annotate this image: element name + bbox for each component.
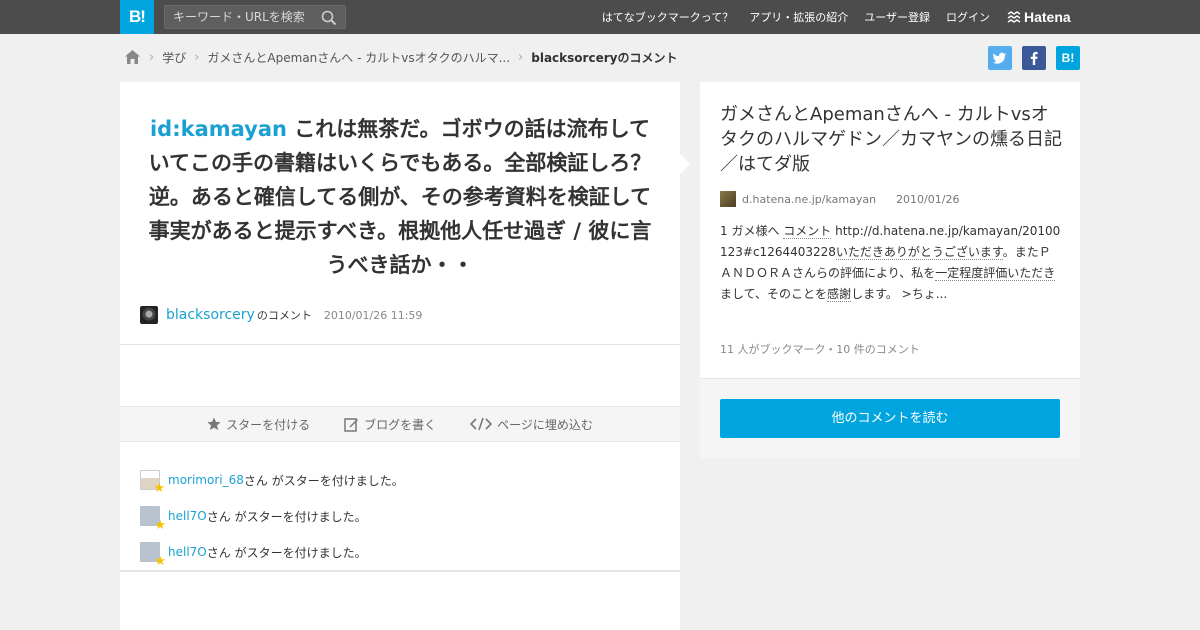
home-icon[interactable]: [124, 49, 141, 65]
search-box: [164, 5, 346, 29]
twitter-icon: [993, 52, 1006, 64]
excerpt-text: します。 >ちょ...: [851, 287, 948, 301]
list-item: ★ hell7O さん がスターを付けました。: [140, 534, 660, 570]
top-nav: はてなブックマークって？ アプリ・拡張の紹介 ユーザー登録 ログイン: [586, 0, 990, 34]
divider: [120, 344, 680, 345]
avatar[interactable]: ★: [140, 506, 166, 532]
favicon: [720, 191, 736, 207]
hatena-bookmark-logo[interactable]: B!: [120, 0, 154, 34]
star-text: さん がスターを付けました。: [243, 473, 404, 488]
avatar[interactable]: [140, 306, 158, 324]
top-bar: B! はてなブックマークって？ アプリ・拡張の紹介 ユーザー登録 ログイン Ha…: [0, 0, 1200, 34]
nav-login[interactable]: ログイン: [946, 9, 990, 25]
keyword-link[interactable]: 感謝: [827, 287, 852, 302]
entry-domain-link[interactable]: d.hatena.ne.jp/kamayan: [742, 193, 876, 206]
comment-meta: blacksorcery のコメント 2010/01/26 11:59: [140, 306, 422, 324]
add-star-label: スターを付ける: [226, 417, 311, 432]
entry-date: 2010/01/26: [896, 192, 960, 206]
comment-date[interactable]: 2010/01/26 11:59: [324, 309, 423, 322]
chevron-right-icon: ›: [194, 49, 200, 65]
comment-text: これは無茶だ。ゴボウの話は流布していてこの手の書籍はいくらでもある。全部検証しろ…: [148, 117, 652, 277]
avatar[interactable]: ★: [140, 542, 166, 568]
avatar[interactable]: ★: [140, 470, 165, 495]
star-icon: [207, 417, 221, 430]
entry-source: d.hatena.ne.jp/kamayan 2010/01/26: [720, 191, 959, 207]
chevron-right-icon: ›: [518, 49, 524, 65]
search-input[interactable]: [165, 6, 315, 28]
excerpt-text: まして、そのことを: [720, 287, 828, 301]
star-list: ★ morimori_68 さん がスターを付けました。 ★ hell7O さん…: [140, 462, 660, 570]
star-text: さん がスターを付けました。: [206, 509, 367, 524]
code-icon: [470, 417, 493, 431]
mentioned-user-link[interactable]: id:kamayan: [150, 117, 287, 141]
star-user-link[interactable]: hell7O: [168, 545, 207, 559]
add-star-button[interactable]: スターを付ける: [207, 416, 310, 433]
embed-label: ページに埋め込む: [497, 417, 593, 432]
breadcrumb-entry[interactable]: ガメさんとApemanさんへ - カルトvsオタクのハルマ...: [207, 49, 510, 66]
star-user-link[interactable]: hell7O: [168, 509, 207, 523]
edit-icon: [344, 417, 359, 432]
comment-body: id:kamayan これは無茶だ。ゴボウの話は流布していてこの手の書籍はいくら…: [146, 112, 654, 282]
action-bar: スターを付ける ブログを書く ページに埋め込む: [120, 406, 680, 442]
author-link[interactable]: blacksorcery: [166, 307, 255, 323]
breadcrumb-current: blacksorceryのコメント: [531, 50, 678, 65]
star-user-link[interactable]: morimori_68: [168, 473, 244, 487]
comment-panel: id:kamayan これは無茶だ。ゴボウの話は流布していてこの手の書籍はいくら…: [120, 82, 680, 630]
hatena-brand-text: Hatena: [1024, 9, 1071, 25]
nav-apps[interactable]: アプリ・拡張の紹介: [749, 9, 848, 25]
keyword-link[interactable]: いただきありがとうございます: [835, 245, 1003, 260]
nav-register[interactable]: ユーザー登録: [864, 9, 930, 25]
keyword-link[interactable]: コメント: [783, 224, 832, 239]
nav-about[interactable]: はてなブックマークって？: [602, 9, 733, 25]
entry-excerpt: 1 ガメ様へ コメント http://d.hatena.ne.jp/kamaya…: [720, 221, 1062, 305]
read-more-comments-button[interactable]: 他のコメントを読む: [720, 399, 1060, 438]
write-blog-button[interactable]: ブログを書く: [344, 416, 436, 433]
star-icon: ★: [154, 554, 166, 569]
breadcrumb: › 学び › ガメさんとApemanさんへ - カルトvsオタクのハルマ... …: [124, 46, 677, 68]
entry-title-link[interactable]: ガメさんとApemanさんへ - カルトvsオタクのハルマゲドン／カマヤンの燻る…: [720, 102, 1062, 177]
twitter-share-button[interactable]: [988, 46, 1012, 70]
list-item: ★ morimori_68 さん がスターを付けました。: [140, 462, 660, 498]
pointer-arrow: [680, 154, 690, 174]
entry-footer: 他のコメントを読む: [700, 379, 1080, 458]
divider: [120, 570, 680, 572]
facebook-share-button[interactable]: [1022, 46, 1046, 70]
facebook-icon: [1030, 51, 1038, 65]
author-suffix: のコメント: [256, 309, 312, 322]
star-text: さん がスターを付けました。: [206, 545, 367, 560]
search-icon[interactable]: [321, 10, 337, 26]
star-icon: ★: [153, 481, 165, 496]
breadcrumb-category[interactable]: 学び: [162, 49, 186, 66]
embed-button[interactable]: ページに埋め込む: [470, 416, 593, 433]
bookmark-counts[interactable]: 11 人がブックマーク・10 件のコメント: [720, 341, 920, 357]
excerpt-text: 1 ガメ様へ: [720, 224, 784, 238]
list-item: ★ hell7O さん がスターを付けました。: [140, 498, 660, 534]
star-icon: ★: [154, 518, 166, 533]
entry-panel: ガメさんとApemanさんへ - カルトvsオタクのハルマゲドン／カマヤンの燻る…: [700, 82, 1080, 458]
hatena-icon: [1007, 11, 1021, 23]
keyword-link[interactable]: 一定程度評価いただき: [935, 266, 1056, 281]
hatena-brand[interactable]: Hatena: [1007, 7, 1071, 27]
chevron-right-icon: ›: [149, 49, 155, 65]
hatena-bookmark-share-button[interactable]: B!: [1056, 46, 1080, 70]
write-blog-label: ブログを書く: [364, 417, 437, 432]
